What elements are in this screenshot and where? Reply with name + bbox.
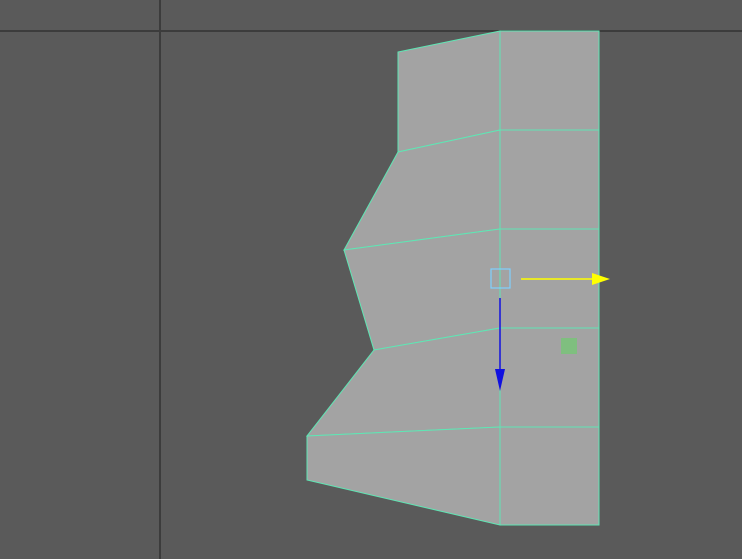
mesh-face[interactable] [499, 426, 600, 526]
viewport-canvas[interactable] [0, 0, 742, 559]
3d-viewport[interactable] [0, 0, 742, 559]
polygon-mesh[interactable] [305, 30, 600, 526]
mesh-face[interactable] [306, 426, 501, 526]
mesh-face[interactable] [499, 129, 600, 230]
x-axis-arrow-icon[interactable] [592, 273, 610, 285]
plane-handle[interactable] [561, 338, 577, 354]
mesh-face[interactable] [499, 327, 600, 428]
mesh-face[interactable] [499, 30, 600, 131]
